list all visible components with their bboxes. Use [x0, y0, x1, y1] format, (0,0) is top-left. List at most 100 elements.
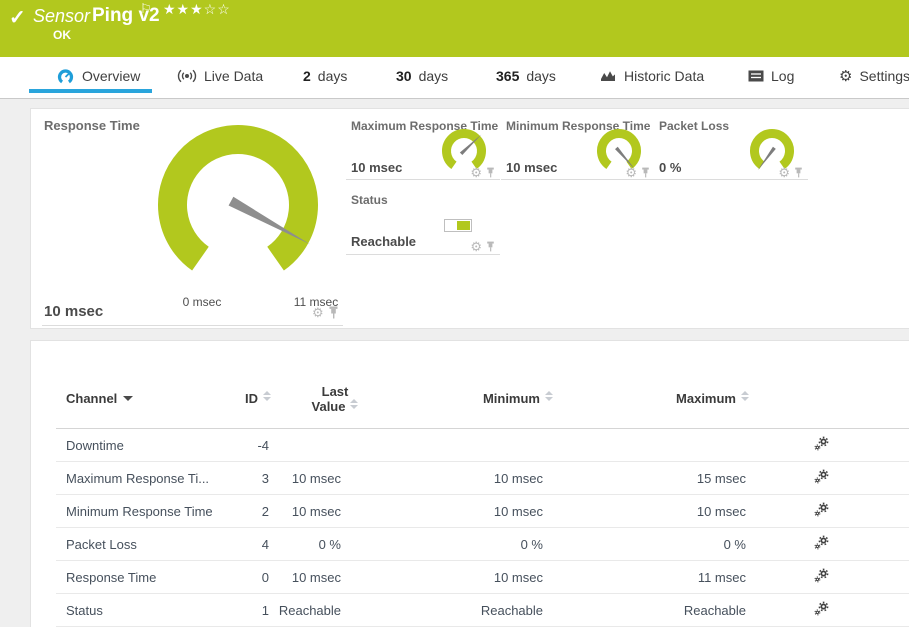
live-signal-icon — [177, 69, 197, 83]
sensor-tab-bar: Overview Live Data 2 days 30 days 365 da… — [0, 57, 909, 99]
minimum-response-time-module: Minimum Response Time 10 msec ⚙ — [506, 119, 654, 179]
channel-gear-icon[interactable]: ⚙ — [625, 166, 637, 179]
column-header-id[interactable]: ID — [171, 391, 271, 406]
channel-settings-button[interactable] — [814, 568, 829, 586]
column-header-label: Value — [312, 399, 346, 414]
table-row[interactable]: Maximum Response Ti...310 msec10 msec15 … — [56, 462, 909, 495]
maximum-response-time-module: Maximum Response Time 10 msec ⚙ — [351, 119, 499, 179]
channel-last-value: 10 msec — [266, 471, 341, 486]
channel-id: 0 — [171, 570, 269, 585]
sort-desc-icon — [123, 396, 133, 401]
channel-gear-icon[interactable]: ⚙ — [470, 166, 482, 179]
tab-30-days[interactable]: 30 days — [396, 57, 448, 95]
pin-icon[interactable] — [486, 167, 495, 178]
channel-name[interactable]: Packet Loss — [66, 537, 137, 552]
sensor-header: ✓ Sensor Ping v2 ⚐ ★★★☆☆ OK — [0, 0, 909, 57]
column-header-label: Channel — [66, 391, 117, 406]
channel-settings-button[interactable] — [814, 502, 829, 520]
tab-365-days[interactable]: 365 days — [496, 57, 556, 95]
channel-settings-icon — [814, 436, 829, 451]
tab-settings[interactable]: ⚙ Settings — [839, 57, 909, 95]
priority-stars[interactable]: ★★★☆☆ — [163, 1, 231, 18]
active-tab-underline — [29, 89, 152, 93]
column-header-last-value[interactable]: Last Value — [293, 384, 377, 414]
channel-gear-icon[interactable]: ⚙ — [470, 240, 482, 253]
module-footer-icons: ⚙ — [778, 166, 803, 179]
channel-maximum: 10 msec — [601, 504, 746, 519]
tab-live-data[interactable]: Live Data — [177, 57, 263, 95]
channel-gear-icon[interactable]: ⚙ — [312, 306, 324, 319]
gauge-arc — [173, 140, 304, 259]
channel-minimum: 10 msec — [401, 504, 543, 519]
packet-loss-module: Packet Loss 0 % ⚙ — [659, 119, 807, 179]
gauge-value: 0 % — [659, 160, 681, 175]
channel-name[interactable]: Downtime — [66, 438, 124, 453]
tab-label: Settings — [859, 68, 909, 84]
channel-settings-button[interactable] — [814, 601, 829, 619]
table-row[interactable]: Downtime -4 — [56, 429, 909, 462]
tab-label: days — [419, 68, 449, 84]
sort-icon — [741, 391, 749, 401]
module-footer-icons: ⚙ — [470, 166, 495, 179]
flag-icon[interactable]: ⚐ — [140, 1, 152, 17]
gauge-value: 10 msec — [506, 160, 557, 175]
status-module: Status Reachable ⚙ — [351, 193, 499, 254]
column-header-label: Minimum — [483, 391, 540, 406]
pin-icon[interactable] — [794, 167, 803, 178]
channel-settings-button[interactable] — [814, 469, 829, 487]
channel-settings-button[interactable] — [814, 436, 829, 454]
gauge-scale-min-label: 0 msec — [172, 295, 232, 309]
channel-minimum: 10 msec — [401, 570, 543, 585]
channel-maximum: Reachable — [601, 603, 746, 618]
channel-last-value: 10 msec — [266, 504, 341, 519]
module-divider — [42, 325, 343, 326]
module-divider — [346, 179, 500, 180]
pin-icon[interactable] — [641, 167, 650, 178]
channel-id: -4 — [171, 438, 269, 453]
pin-icon[interactable] — [486, 241, 495, 252]
channel-minimum: 10 msec — [401, 471, 543, 486]
column-header-channel[interactable]: Channel — [66, 391, 133, 406]
column-header-label: Last — [293, 384, 377, 399]
channel-last-value: Reachable — [266, 603, 341, 618]
response-time-gauge — [153, 120, 323, 290]
log-list-icon — [748, 70, 764, 82]
status-value: Reachable — [351, 234, 416, 249]
column-header-minimum[interactable]: Minimum — [411, 391, 553, 406]
module-footer-icons: ⚙ — [470, 240, 495, 253]
table-row[interactable]: Minimum Response Time210 msec10 msec10 m… — [56, 495, 909, 528]
channel-last-value: 10 msec — [266, 570, 341, 585]
status-toggle[interactable] — [444, 219, 472, 232]
area-chart-icon — [600, 69, 617, 83]
module-title: Packet Loss — [659, 119, 729, 133]
channel-settings-icon — [814, 502, 829, 517]
table-row[interactable]: Status1ReachableReachableReachable — [56, 594, 909, 627]
column-header-label: Maximum — [676, 391, 736, 406]
tab-label: Overview — [82, 68, 140, 84]
table-row[interactable]: Response Time010 msec10 msec11 msec — [56, 561, 909, 594]
tab-2-days[interactable]: 2 days — [303, 57, 347, 95]
channel-gear-icon[interactable]: ⚙ — [778, 166, 790, 179]
gauge-value: 10 msec — [44, 303, 103, 320]
channel-settings-icon — [814, 535, 829, 550]
sort-icon — [545, 391, 553, 401]
status-toggle-knob — [457, 221, 470, 230]
sort-icon — [263, 391, 271, 401]
channel-name[interactable]: Status — [66, 603, 103, 618]
ok-check-icon: ✓ — [9, 5, 26, 30]
gauge-value: 10 msec — [351, 160, 402, 175]
pin-icon[interactable] — [328, 306, 339, 319]
sensor-status-text: OK — [53, 28, 71, 42]
tab-historic-data[interactable]: Historic Data — [600, 57, 704, 95]
channel-maximum: 11 msec — [601, 570, 746, 585]
channel-maximum: 15 msec — [601, 471, 746, 486]
tab-label: days — [526, 68, 556, 84]
channel-settings-icon — [814, 601, 829, 616]
channel-minimum: 0 % — [401, 537, 543, 552]
channel-name[interactable]: Response Time — [66, 570, 156, 585]
column-header-maximum[interactable]: Maximum — [607, 391, 749, 406]
tab-log[interactable]: Log — [748, 57, 794, 95]
table-row[interactable]: Packet Loss40 %0 %0 % — [56, 528, 909, 561]
channel-settings-button[interactable] — [814, 535, 829, 553]
channel-id: 2 — [171, 504, 269, 519]
